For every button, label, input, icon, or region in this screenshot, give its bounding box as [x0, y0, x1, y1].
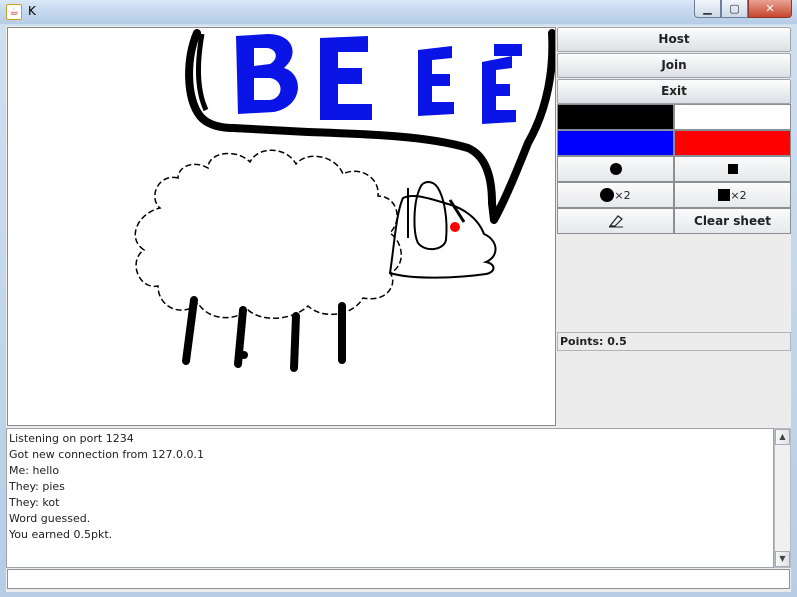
- host-button[interactable]: Host: [557, 27, 791, 52]
- sheep-ear: [413, 181, 448, 251]
- log-line: They: kot: [9, 496, 60, 509]
- brush-square-icon: [727, 164, 738, 174]
- chat-log: Listening on port 1234 Got new connectio…: [6, 428, 774, 568]
- title-bar: ☕ K ▁ ▢ ✕: [0, 0, 797, 24]
- java-cup-icon: ☕: [6, 4, 22, 20]
- log-line: Word guessed.: [9, 512, 91, 525]
- round-x2-label: ×2: [614, 188, 631, 202]
- exit-button[interactable]: Exit: [557, 79, 791, 104]
- log-line: Got new connection from 127.0.0.1: [9, 448, 204, 461]
- log-scrollbar[interactable]: ▲ ▼: [774, 428, 791, 568]
- square-brush-x2-button[interactable]: ×2: [674, 182, 791, 208]
- round-brush-x2-button[interactable]: ×2: [557, 182, 674, 208]
- square-x2-label: ×2: [730, 188, 747, 202]
- log-line: Listening on port 1234: [9, 432, 134, 445]
- color-white-swatch[interactable]: [674, 104, 791, 130]
- log-line: You earned 0.5pkt.: [9, 528, 113, 541]
- color-red-swatch[interactable]: [674, 130, 791, 156]
- round-brush-button[interactable]: [557, 156, 674, 182]
- window-controls: ▁ ▢ ✕: [694, 0, 792, 18]
- points-label: Points: 0.5: [557, 332, 791, 351]
- brush-square-large-icon: [718, 189, 731, 201]
- control-panel: Host Join Exit ×2 ×2 Clear sheet Points:…: [557, 26, 791, 426]
- minimize-icon[interactable]: ▁: [694, 0, 721, 18]
- color-blue-swatch[interactable]: [557, 130, 674, 156]
- window-title: K: [28, 4, 36, 18]
- scroll-down-icon[interactable]: ▼: [775, 551, 790, 567]
- sheep-legs: [182, 296, 346, 372]
- square-brush-button[interactable]: [674, 156, 791, 182]
- tool-grid: ×2 ×2 Clear sheet: [557, 104, 791, 235]
- maximize-icon[interactable]: ▢: [721, 0, 748, 18]
- scroll-up-icon[interactable]: ▲: [775, 429, 790, 445]
- join-button[interactable]: Join: [557, 53, 791, 78]
- drawing-canvas[interactable]: [7, 27, 556, 426]
- speech-text-drawing: [236, 34, 522, 124]
- log-line: Me: hello: [9, 464, 60, 477]
- brush-round-icon: [609, 163, 622, 175]
- chat-input[interactable]: [7, 569, 790, 589]
- log-line: They: pies: [9, 480, 65, 493]
- clear-sheet-button[interactable]: Clear sheet: [674, 208, 791, 234]
- sheep-head: [388, 194, 497, 279]
- color-black-swatch[interactable]: [557, 104, 674, 130]
- drawing-svg: [134, 29, 555, 372]
- brush-round-large-icon: [600, 188, 615, 202]
- eraser-icon: [608, 215, 623, 228]
- client-area: Host Join Exit ×2 ×2 Clear sheet Points:…: [6, 26, 791, 592]
- eraser-button[interactable]: [557, 208, 674, 234]
- close-icon[interactable]: ✕: [748, 0, 792, 18]
- sheep-body: [134, 149, 402, 320]
- sheep-eye: [450, 222, 460, 232]
